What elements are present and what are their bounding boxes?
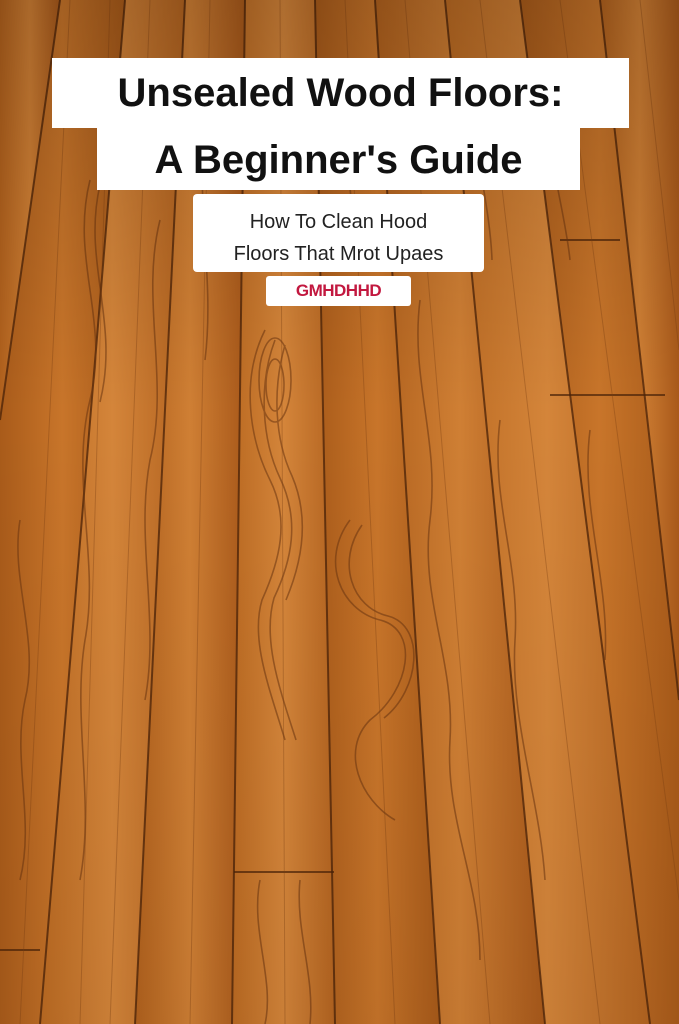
headline-line-2: A Beginner's Guide: [97, 128, 580, 190]
brand-badge: GMHDHHD: [266, 276, 411, 306]
subtitle-box: How To Clean Hood Floors That Mrot Upaes: [193, 194, 484, 272]
subtitle-line-2: Floors That Mrot Upaes: [233, 243, 444, 265]
headline-line-1: Unsealed Wood Floors:: [52, 58, 629, 128]
subtitle-line-1: How To Clean Hood: [249, 211, 428, 233]
title-overlay: Unsealed Wood Floors: A Beginner's Guide…: [0, 0, 679, 320]
